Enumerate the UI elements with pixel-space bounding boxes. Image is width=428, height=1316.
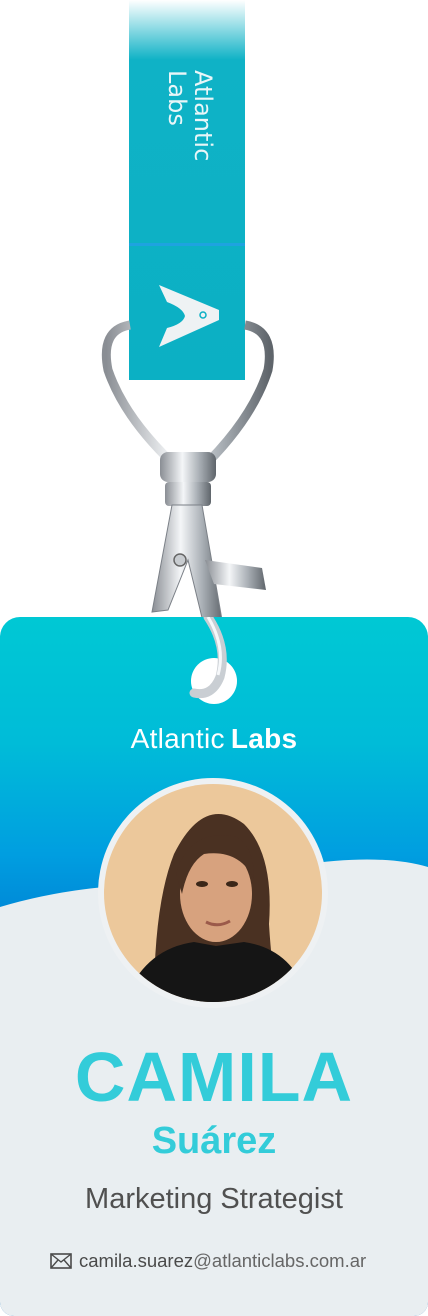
email-user: camila.suarez (79, 1250, 194, 1271)
email-domain: @atlanticlabs.com.ar (193, 1250, 367, 1271)
profile-photo (98, 778, 328, 1008)
first-name: CAMILA (74, 1038, 354, 1116)
brand-labs: Labs (230, 723, 298, 754)
d-ring (101, 320, 274, 474)
metal-clip-hardware (101, 320, 274, 694)
card-brand-wordmark: Atlantic Labs (0, 722, 428, 755)
id-badge-card: Atlantic Labs CAMILA Suárez Marketing Str… (0, 617, 428, 1316)
job-title: Marketing Strategist (85, 1183, 343, 1215)
email-row[interactable]: camila.suarez @atlanticlabs.com.ar (50, 1250, 366, 1272)
brand-atlantic: Atlantic (130, 723, 225, 754)
portrait-image (104, 784, 322, 1002)
envelope-icon (50, 1253, 72, 1269)
last-name: Suárez (151, 1120, 277, 1162)
clip-hook (189, 617, 227, 699)
